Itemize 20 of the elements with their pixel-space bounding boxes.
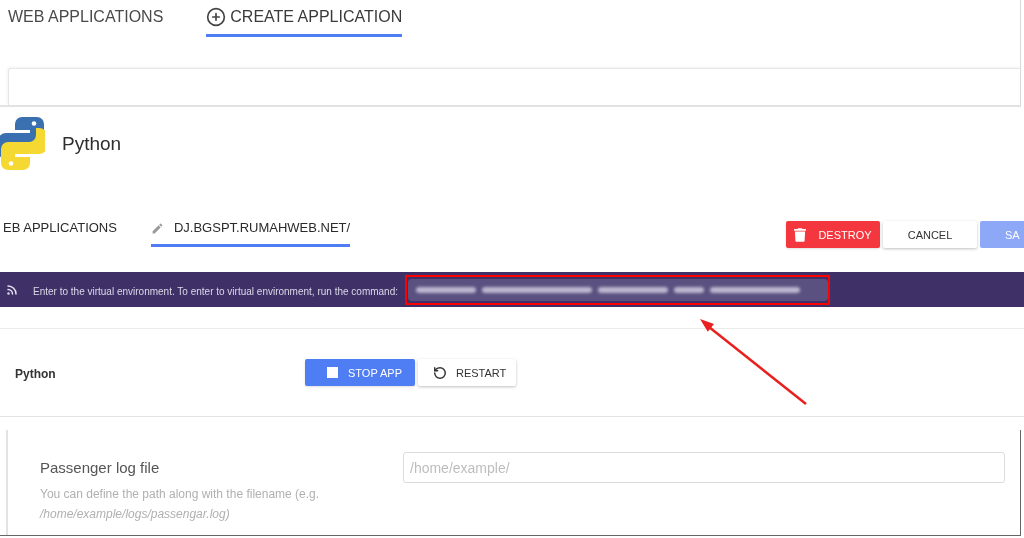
stop-app-button[interactable]: STOP APP [305, 359, 415, 386]
destroy-button[interactable]: DESTROY [786, 221, 880, 248]
plus-circle-icon [206, 7, 227, 27]
cancel-button[interactable]: CANCEL [883, 221, 977, 248]
rss-icon [6, 283, 18, 296]
tab[interactable]: EB APPLICATIONS [3, 218, 117, 247]
tab[interactable]: DJ.BGSPT.RUMAHWEB.NET/ [150, 218, 351, 247]
trash-icon [794, 227, 807, 242]
field-help-text: You can define the path along with the filename (e.g. /home/example/logs/passengar.log) [40, 486, 321, 523]
tab[interactable]: CREATE APPLICATION [206, 7, 403, 37]
app-name-label: Python [15, 366, 56, 381]
restart-button[interactable]: RESTART [418, 359, 516, 386]
input-field[interactable]: /home/example/ [403, 452, 1005, 483]
stop-square-icon [327, 367, 338, 378]
banner-message: Enter to the virtual environment. To enter to virtual environment, run the command: [33, 285, 398, 297]
field-label: Passenger log file [40, 458, 160, 478]
app-title: Python [62, 131, 122, 156]
restart-icon [433, 365, 447, 380]
tab[interactable]: WEB APPLICATIONS [8, 7, 164, 37]
pencil-icon [150, 221, 164, 235]
